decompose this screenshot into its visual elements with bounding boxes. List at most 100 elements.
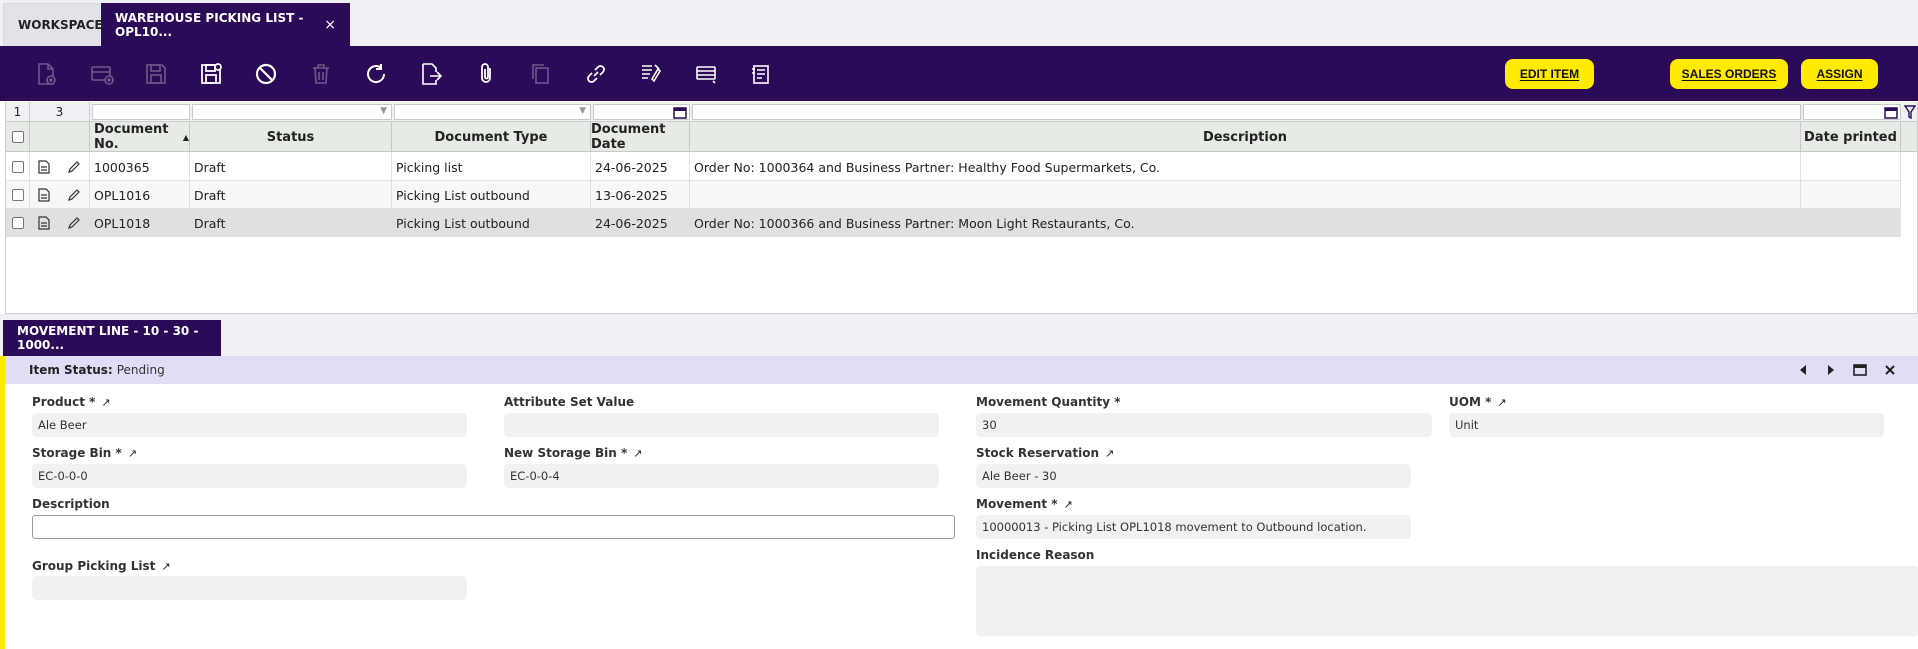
print-icon[interactable]	[692, 60, 720, 88]
tab-movement-line-label: MOVEMENT LINE - 10 - 30 - 1000...	[17, 324, 199, 352]
refresh-icon[interactable]	[362, 60, 390, 88]
column-header-document-date[interactable]: Document Date	[591, 122, 690, 152]
active-edge	[0, 356, 5, 649]
next-record-icon[interactable]	[1823, 362, 1839, 378]
filter-document-date[interactable]	[593, 104, 690, 120]
maximize-icon[interactable]	[1852, 362, 1868, 378]
previous-record-icon[interactable]	[1795, 362, 1811, 378]
row-checkbox-cell[interactable]	[6, 209, 30, 237]
select-all-checkbox-cell[interactable]	[6, 122, 30, 152]
new-row-icon[interactable]	[88, 60, 116, 88]
delete-icon[interactable]	[307, 60, 335, 88]
product-field[interactable]: Ale Beer	[32, 413, 467, 437]
cell-status: Draft	[190, 181, 392, 209]
stock-reservation-label: Stock Reservation ↗	[976, 446, 1114, 460]
cell-document-date: 13-06-2025	[591, 181, 690, 209]
chevron-down-icon[interactable]: ▼	[380, 106, 387, 116]
link-pin-icon[interactable]: ↗	[1064, 498, 1073, 511]
link-pin-icon[interactable]: ↗	[633, 447, 642, 460]
tab-warehouse-picking-list[interactable]: WAREHOUSE PICKING LIST - OPL10... ×	[101, 3, 350, 46]
movement-field[interactable]: 10000013 - Picking List OPL1018 movement…	[976, 515, 1411, 539]
filter-row: 1 3 ▼ ▼	[6, 102, 1917, 122]
selected-count: 1	[6, 102, 30, 122]
table-row[interactable]: OPL1016 Draft Picking List outbound 13-0…	[6, 181, 1901, 209]
stock-reservation-field[interactable]: Ale Beer - 30	[976, 464, 1411, 488]
column-header-document-no[interactable]: Document No. ▲	[90, 122, 190, 152]
link-icon[interactable]	[582, 60, 610, 88]
audit-icon[interactable]	[637, 60, 665, 88]
column-header-description[interactable]: Description	[690, 122, 1801, 152]
incidence-reason-field[interactable]	[976, 566, 1918, 636]
filter-document-type[interactable]: ▼	[394, 104, 591, 120]
attach-icon[interactable]	[472, 60, 500, 88]
cell-document-date: 24-06-2025	[591, 209, 690, 237]
filter-description[interactable]	[692, 104, 1801, 120]
product-label-text: Product *	[32, 395, 96, 409]
description-input[interactable]	[32, 515, 955, 539]
link-pin-icon[interactable]: ↗	[1497, 396, 1506, 409]
tab-movement-line[interactable]: MOVEMENT LINE - 10 - 30 - 1000...	[3, 320, 221, 356]
pencil-icon[interactable]	[67, 188, 81, 202]
save-icon[interactable]	[142, 60, 170, 88]
export-icon[interactable]	[417, 60, 445, 88]
filter-document-no[interactable]	[92, 104, 190, 120]
description-label: Description	[32, 497, 110, 511]
group-picking-list-field[interactable]	[32, 576, 467, 600]
row-checkbox[interactable]	[11, 189, 24, 201]
notes-icon[interactable]	[747, 60, 775, 88]
link-pin-icon[interactable]: ↗	[128, 447, 137, 460]
row-checkbox[interactable]	[11, 217, 24, 229]
storage-bin-field[interactable]: EC-0-0-0	[32, 464, 467, 488]
link-pin-icon[interactable]: ↗	[101, 396, 110, 409]
pencil-icon[interactable]	[67, 160, 81, 174]
calendar-icon[interactable]	[1884, 106, 1898, 119]
cell-description: Order No: 1000364 and Business Partner: …	[690, 153, 1801, 181]
document-icon[interactable]	[38, 216, 50, 230]
undo-icon[interactable]	[252, 60, 280, 88]
movement-label-text: Movement *	[976, 497, 1058, 511]
table-row[interactable]: OPL1018 Draft Picking List outbound 24-0…	[6, 209, 1901, 237]
column-label: Document No.	[94, 122, 169, 152]
cell-document-date: 24-06-2025	[591, 153, 690, 181]
group-picking-list-label: Group Picking List ↗	[32, 559, 171, 573]
new-document-icon[interactable]	[32, 60, 60, 88]
sales-orders-button[interactable]: SALES ORDERS	[1670, 59, 1788, 89]
document-icon[interactable]	[38, 160, 50, 174]
row-actions	[30, 209, 90, 237]
table-row[interactable]: 1000365 Draft Picking list 24-06-2025 Or…	[6, 153, 1901, 181]
row-checkbox[interactable]	[11, 161, 24, 173]
column-header-document-type[interactable]: Document Type	[392, 122, 591, 152]
copy-icon[interactable]	[527, 60, 555, 88]
column-header-date-printed[interactable]: Date printed	[1801, 122, 1901, 152]
row-checkbox-cell[interactable]	[6, 153, 30, 181]
total-count: 3	[30, 102, 90, 122]
column-header-status[interactable]: Status	[190, 122, 392, 152]
movement-label: Movement * ↗	[976, 497, 1073, 511]
storage-bin-label-text: Storage Bin *	[32, 446, 122, 460]
filter-date-printed[interactable]	[1803, 104, 1901, 120]
link-pin-icon[interactable]: ↗	[1105, 447, 1114, 460]
new-storage-bin-field[interactable]: EC-0-0-4	[504, 464, 939, 488]
chevron-down-icon[interactable]: ▼	[579, 106, 586, 116]
pencil-icon[interactable]	[67, 216, 81, 230]
edit-item-button[interactable]: EDIT ITEM	[1505, 59, 1594, 89]
attribute-set-value-field[interactable]	[504, 413, 939, 437]
movement-quantity-field[interactable]: 30	[976, 413, 1432, 437]
new-storage-bin-label-text: New Storage Bin *	[504, 446, 628, 460]
close-icon[interactable]: ×	[324, 17, 336, 33]
filter-status[interactable]: ▼	[192, 104, 392, 120]
link-pin-icon[interactable]: ↗	[161, 560, 170, 573]
select-all-checkbox[interactable]	[11, 131, 24, 143]
document-icon[interactable]	[38, 188, 50, 202]
uom-label: UOM * ↗	[1449, 395, 1507, 409]
toolbar: EDIT ITEM SALES ORDERS ASSIGN	[0, 46, 1918, 101]
tab-workspace[interactable]: WORKSPACE	[3, 3, 103, 46]
filter-icon[interactable]	[1904, 105, 1916, 119]
cell-document-no: OPL1018	[90, 209, 190, 237]
calendar-icon[interactable]	[673, 106, 687, 119]
row-checkbox-cell[interactable]	[6, 181, 30, 209]
uom-field[interactable]: Unit	[1449, 413, 1884, 437]
assign-button[interactable]: ASSIGN	[1801, 59, 1878, 89]
save-close-icon[interactable]	[197, 60, 225, 88]
close-form-icon[interactable]	[1882, 362, 1898, 378]
